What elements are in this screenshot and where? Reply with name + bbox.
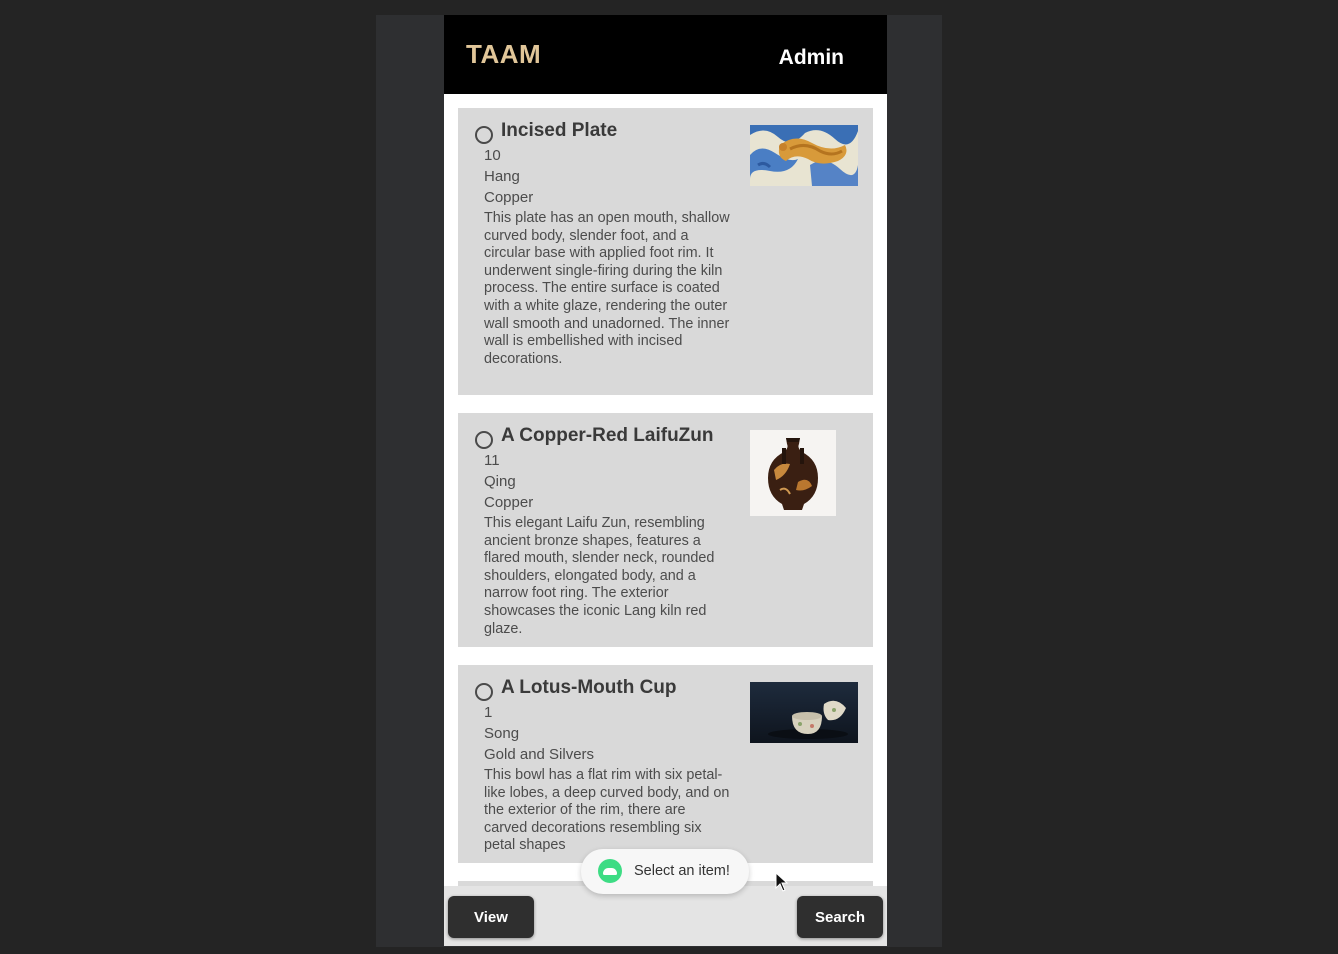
item-radio-button[interactable] xyxy=(475,431,493,449)
item-image xyxy=(750,125,858,186)
item-category: Copper xyxy=(484,189,534,206)
view-button[interactable]: View xyxy=(448,896,534,938)
mouse-cursor-icon xyxy=(775,872,789,892)
item-lot-number: 10 xyxy=(484,147,501,164)
phone-screen: TAAM Admin Incised Plate 10 Hang Copper … xyxy=(444,15,887,946)
item-image xyxy=(750,682,858,743)
item-period: Hang xyxy=(484,168,520,185)
item-description: This plate has an open mouth, shallow cu… xyxy=(484,210,730,367)
app-title: TAAM xyxy=(466,39,542,69)
item-category: Copper xyxy=(484,494,534,511)
item-period: Qing xyxy=(484,473,516,490)
app-bar: TAAM Admin xyxy=(444,15,887,94)
item-lot-number: 11 xyxy=(484,452,500,469)
vase-image xyxy=(750,430,836,516)
list-item[interactable]: Incised Plate 10 Hang Copper This plate … xyxy=(458,108,873,395)
item-description: This bowl has a flat rim with six petal-… xyxy=(484,767,730,854)
android-robot-icon xyxy=(598,859,622,883)
search-button[interactable]: Search xyxy=(797,896,883,938)
list-item[interactable]: A Copper-Red LaifuZun 11 Qing Copper Thi… xyxy=(458,413,873,647)
item-title: A Lotus-Mouth Cup xyxy=(501,677,677,698)
lidded-cup-image xyxy=(750,682,858,743)
item-description: This elegant Laifu Zun, resembling ancie… xyxy=(484,515,715,637)
item-radio-button[interactable] xyxy=(475,683,493,701)
user-role-label: Admin xyxy=(778,46,844,69)
item-radio-button[interactable] xyxy=(475,126,493,144)
item-title: A Copper-Red LaifuZun xyxy=(501,425,714,446)
toast-text: Select an item! xyxy=(634,863,730,879)
toast-message: Select an item! xyxy=(581,849,749,894)
item-period: Song xyxy=(484,725,520,742)
item-list[interactable]: Incised Plate 10 Hang Copper This plate … xyxy=(444,94,887,886)
dragon-porcelain-image xyxy=(750,125,858,186)
item-title: Incised Plate xyxy=(501,120,618,141)
item-image xyxy=(750,430,836,516)
bottom-action-bar: View Search xyxy=(444,886,887,946)
list-item[interactable]: A Lotus-Mouth Cup 1 Song Gold and Silver… xyxy=(458,665,873,863)
item-lot-number: 1 xyxy=(484,704,493,721)
item-category: Gold and Silvers xyxy=(484,746,595,763)
